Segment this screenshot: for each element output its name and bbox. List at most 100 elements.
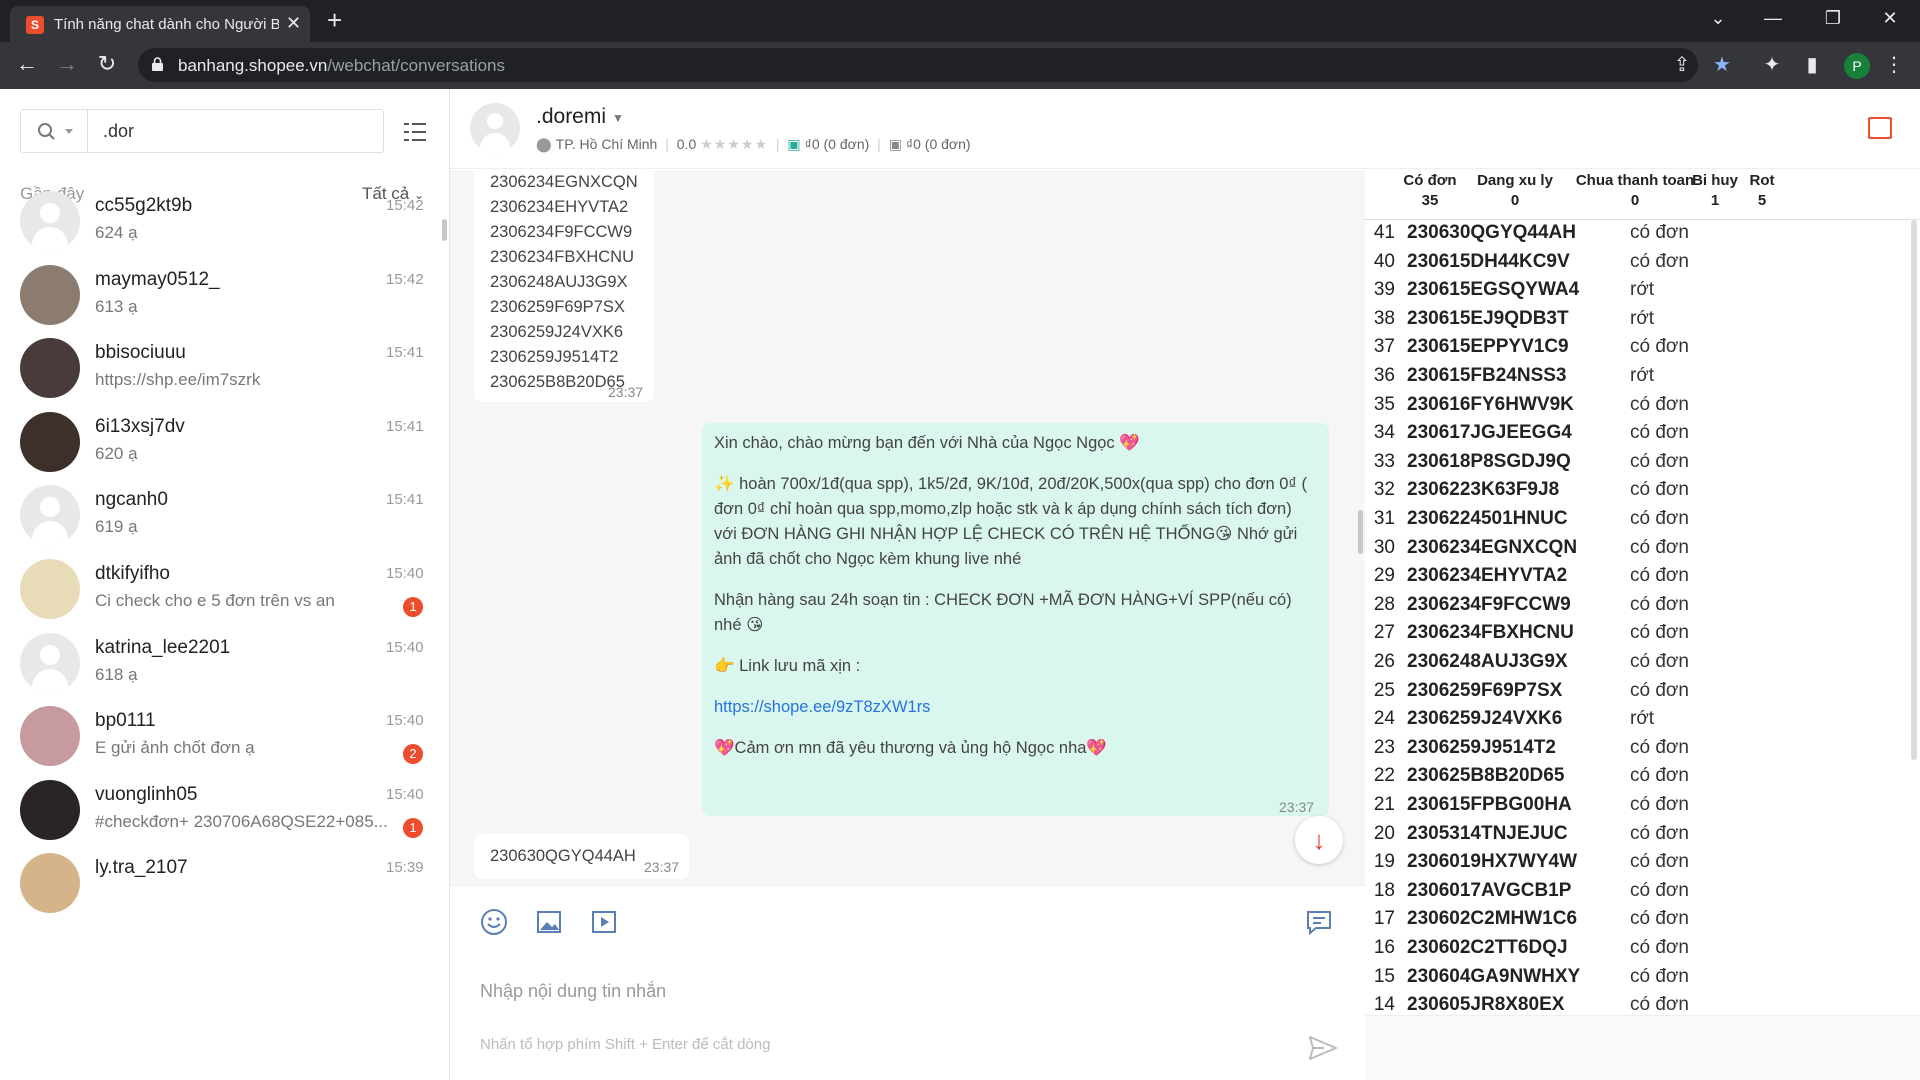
order-status: có đơn [1630,965,1689,987]
panel-toggle-icon[interactable] [1868,117,1892,139]
order-index: 17 [1373,908,1395,930]
bookmark-star-icon[interactable]: ★ [1708,52,1736,77]
order-code-line: 2306259J24VXK6 [490,323,624,341]
order-code: 230615FPBG00HA [1407,794,1572,815]
window-close-icon[interactable]: ✕ [1875,8,1905,29]
emoji-icon[interactable] [480,908,508,936]
search-icon[interactable] [37,122,77,142]
order-index: 36 [1373,365,1395,386]
filter-list-icon[interactable] [404,121,428,143]
avatar[interactable] [20,264,80,325]
chevron-down-icon[interactable]: ▼ [612,111,624,125]
welcome-line: 👉 Link lưu mã xịn : [714,657,861,675]
order-index: 29 [1373,565,1395,587]
order-row: 21 230615FPBG00HA có đơn [1365,794,1895,823]
avatar[interactable] [20,338,80,399]
search-input[interactable]: .dor [103,121,134,142]
avatar[interactable] [20,191,80,251]
order-index: 33 [1373,450,1395,472]
conversation-item[interactable]: ly.tra_2107 15:39 [0,843,440,933]
buyer-location: TP. Hồ Chí Minh [555,136,658,152]
conversation-name: vuonglinh05 [95,783,198,805]
close-tab-icon[interactable]: ✕ [286,13,301,34]
send-icon[interactable] [1308,1034,1338,1062]
new-tab-icon[interactable]: + [327,7,342,33]
order-index: 27 [1373,622,1395,644]
order-row: 16 230602C2TT6DQJ có đơn [1365,937,1895,966]
order-index: 38 [1373,307,1395,329]
unread-badge: 2 [403,744,423,765]
conversation-name: 6i13xsj7dv [95,415,185,437]
order-code: 2306234F9FCCW9 [1407,593,1571,615]
share-icon[interactable]: ⇪ [1668,52,1696,77]
order-row: 28 2306234F9FCCW9 có đơn [1365,594,1895,623]
order-status: có đơn [1630,937,1689,958]
order-status: có đơn [1630,393,1689,415]
order-code-line: 2306234FBXHCNU [490,248,634,266]
profile-avatar[interactable]: P [1844,53,1870,79]
scroll-to-bottom-button[interactable]: ↓ [1295,816,1343,864]
order-code: 2306234FBXHCNU [1407,622,1574,644]
order-row: 40 230615DH44KC9V có đơn [1365,251,1895,280]
buyer-rating: 0.0 [676,136,697,152]
outgoing-welcome-bubble: Xin chào, chào mừng bạn đến với Nhà của … [702,423,1329,816]
quick-reply-icon[interactable] [1305,908,1333,936]
summary-label: Rot [1749,172,1775,189]
avatar[interactable] [20,632,80,693]
message-input[interactable] [480,956,1300,1026]
shopee-favicon-icon: S [26,16,44,34]
buyer-name[interactable]: .doremi [536,105,606,129]
order-status: rớt [1630,708,1655,730]
avatar[interactable] [20,559,80,619]
order-index: 26 [1373,651,1395,672]
order-row: 35 230616FY6HWV9K có đơn [1365,394,1895,423]
avatar[interactable] [20,853,80,914]
order-row: 19 2306019HX7WY4W có đơn [1365,851,1895,880]
back-icon[interactable]: ← [12,51,42,77]
search-box[interactable]: .dor [20,109,384,153]
conversation-name: ly.tra_2107 [95,857,188,879]
conversation-time: 15:41 [386,417,424,435]
conversation-preview: 624 ạ [95,223,138,242]
conversation-name: cc55g2kt9b [95,195,193,216]
panel-scrollbar[interactable] [1911,220,1917,760]
url-field[interactable]: banhang.shopee.vn/webchat/conversations [138,48,1698,82]
order-row: 27 2306234FBXHCNU có đơn [1365,622,1895,651]
avatar[interactable] [20,411,80,472]
conversation-preview: 619 ạ [95,517,138,537]
tab-search-icon[interactable]: ⌄ [1703,8,1733,29]
forward-icon[interactable]: → [52,51,82,77]
sidebar-scrollbar[interactable] [442,219,447,241]
order-code: 2306234EGNXCQN [1407,536,1578,558]
extensions-icon[interactable]: ✦ [1758,52,1786,77]
order-status: có đơn [1630,508,1689,529]
restore-icon[interactable]: ❐ [1818,8,1848,29]
welcome-link[interactable]: https://shope.ee/9zT8zXW1rs [714,695,1312,720]
location-pin-icon: ⬤ [536,136,552,152]
browser-tab[interactable]: S Tính năng chat dành cho Người B ✕ [10,6,310,42]
order-row: 34 230617JGJEEGG4 có đơn [1365,422,1895,451]
order-code: 230602C2TT6DQJ [1407,937,1568,958]
side-panel-icon[interactable]: ▮ [1798,52,1826,77]
order-row: 29 2306234EHYVTA2 có đơn [1365,565,1895,594]
conversation-time: 15:40 [386,712,424,730]
reload-icon[interactable]: ↻ [92,51,122,77]
avatar[interactable] [20,485,80,546]
conversation-sidebar: .dor Gần đây Tất cả ⌄ cc55g2kt9b624 ạ15:… [0,89,450,1080]
image-icon[interactable] [535,908,563,936]
order-code: 2306259J24VXK6 [1407,708,1563,730]
order-code-line: 2306259J9514T2 [490,348,619,366]
avatar[interactable] [20,779,80,840]
incoming-order-bubble: 230630QGYQ44AH 23:37 [474,834,689,879]
video-icon[interactable] [590,908,618,936]
avatar[interactable] [20,706,80,767]
buyer-avatar[interactable] [470,103,520,153]
conversation-name: dtkifyifho [95,563,170,584]
more-menu-icon[interactable]: ⋮ [1880,52,1908,77]
chat-scrollbar[interactable] [1358,510,1363,554]
order-row: 15 230604GA9NWHXY có đơn [1365,966,1895,995]
minimize-icon[interactable]: — [1758,8,1788,29]
conversation-time: 15:42 [386,197,424,214]
order-cancel-icon: ▣ [888,136,902,152]
order-index: 20 [1373,822,1395,844]
